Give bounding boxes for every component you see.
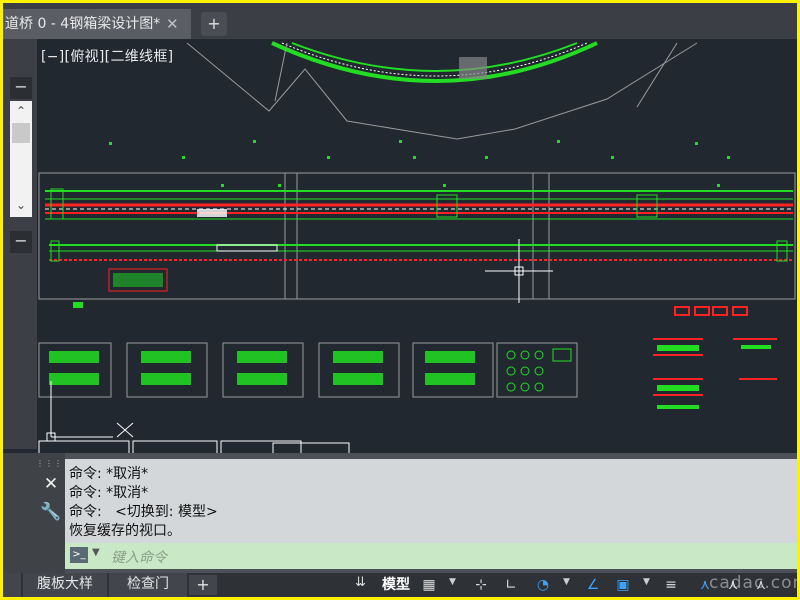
viewport-controls-label[interactable]: [−][俯视][二维线框]	[41, 46, 173, 66]
snap-icon[interactable]: ⊹	[469, 575, 493, 595]
ortho-icon[interactable]: ∟	[499, 575, 523, 595]
palette-collapse-button[interactable]: −	[10, 77, 32, 99]
close-icon[interactable]: ✕	[39, 473, 63, 495]
drag-handle-icon[interactable]: ⋮⋮⋮⋮	[36, 459, 71, 471]
detail-blocks	[73, 268, 168, 308]
polar-tracking-icon[interactable]: ◔	[531, 575, 555, 595]
curved-plan-view	[186, 41, 698, 140]
document-tab-strip: 道桥 0 - 4钢箱梁设计图* ✕ +	[3, 3, 797, 39]
scattered-marks	[109, 140, 730, 187]
scroll-down-icon[interactable]: ⌄	[10, 195, 32, 215]
layout-frames	[38, 440, 350, 453]
command-history-line: 恢复缓存的视口。	[69, 523, 181, 539]
palette-scroll-list[interactable]: ⌃ ⌄	[10, 101, 32, 217]
right-detail-tables	[653, 306, 777, 409]
left-palette-strip: − ⌃ ⌄ −	[3, 39, 37, 449]
command-input[interactable]: >_ ▼ 键入命令	[65, 543, 797, 569]
scrollbar-thumb[interactable]	[12, 123, 30, 143]
wrench-icon[interactable]: 🔧	[39, 501, 63, 523]
command-line-panel: − ⋮⋮⋮⋮ ✕ 🔧 命令: *取消* 命令: *取消* 命令: <切换到: 模…	[3, 453, 797, 573]
chevron-down-icon[interactable]: ▼	[643, 577, 650, 587]
new-tab-button[interactable]: +	[201, 12, 227, 36]
document-tab-title: 道桥 0 - 4钢箱梁设计图*	[5, 16, 161, 32]
girder-elevation-2	[49, 240, 793, 262]
watermark: cadac.com	[709, 573, 797, 593]
palette-collapse-button-2[interactable]: −	[10, 231, 32, 253]
add-layout-button[interactable]: +	[189, 575, 217, 595]
command-input-placeholder: 键入命令	[111, 550, 167, 566]
object-snap-icon[interactable]: ▣	[611, 575, 635, 595]
close-tab-icon[interactable]: ✕	[166, 9, 179, 39]
girder-elevation-1	[45, 188, 793, 220]
document-tab-active[interactable]: 道桥 0 - 4钢箱梁设计图* ✕	[3, 9, 191, 39]
layout-tab[interactable]: 检查门	[109, 573, 187, 597]
grid-icon[interactable]: ▦	[417, 575, 441, 595]
lineweight-icon[interactable]: ≡	[659, 575, 683, 595]
layout-menu-icon[interactable]: ⇊	[355, 575, 366, 590]
command-history-line: 命令: <切换到: 模型>	[69, 504, 218, 520]
chevron-down-icon[interactable]: ▼	[563, 577, 570, 587]
cad-window: 道桥 0 - 4钢箱梁设计图* ✕ + − ⌃ ⌄ − [−][俯视][二维线框…	[3, 3, 797, 597]
command-history-line: 命令: *取消*	[69, 466, 149, 482]
isodraft-icon[interactable]: ∠	[581, 575, 605, 595]
status-bar: 腹板大样 检查门 + ⇊ 模型 ▦ ▼ ⊹ ∟ ◔ ▼ ∠ ▣ ▼ ≡ ⋏ ⋏ …	[3, 573, 797, 597]
command-history: 命令: *取消* 命令: *取消* 命令: <切换到: 模型> 恢复缓存的视口。	[65, 459, 797, 543]
command-prompt-icon[interactable]: >_	[70, 547, 88, 563]
command-side-bar: ⋮⋮⋮⋮ ✕ 🔧	[3, 453, 71, 573]
ucs-icon	[46, 381, 134, 442]
chevron-down-icon[interactable]: ▼	[449, 577, 456, 587]
layout-tab[interactable]: 腹板大样	[23, 573, 107, 597]
layout-tab-partial[interactable]	[3, 573, 21, 597]
cad-drawing	[38, 41, 796, 453]
model-space-button[interactable]: 模型	[377, 573, 415, 597]
cross-section-sheets	[38, 342, 578, 398]
command-history-line: 命令: *取消*	[69, 485, 149, 501]
crosshair-cursor	[485, 239, 553, 303]
scroll-up-icon[interactable]: ⌃	[10, 101, 32, 121]
drawing-canvas[interactable]: [−][俯视][二维线框]	[37, 39, 797, 453]
chevron-down-icon[interactable]: ▼	[92, 547, 100, 558]
